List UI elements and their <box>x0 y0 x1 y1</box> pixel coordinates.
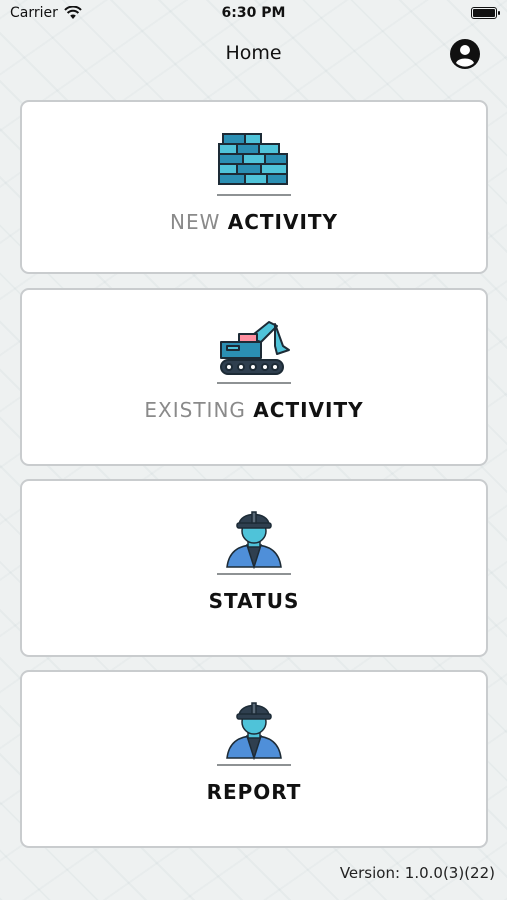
existing-activity-card[interactable]: EXISTING ACTIVITY <box>20 288 488 466</box>
existing-activity-label: EXISTING ACTIVITY <box>144 398 364 422</box>
new-activity-card[interactable]: NEW ACTIVITY <box>20 100 488 274</box>
status-time: 6:30 PM <box>221 5 286 21</box>
version-label: Version: 1.0.0(3)(22) <box>339 864 495 882</box>
worker-icon <box>217 700 291 760</box>
status-card[interactable]: STATUS <box>20 479 488 657</box>
brick-wall-icon <box>217 130 291 190</box>
battery-icon <box>471 7 500 19</box>
status-label: STATUS <box>208 589 300 613</box>
navigation-bar: Home <box>0 34 507 74</box>
report-card[interactable]: REPORT <box>20 670 488 848</box>
user-circle-icon <box>450 39 480 69</box>
excavator-icon <box>217 318 291 378</box>
profile-button[interactable] <box>449 38 481 70</box>
status-bar: Carrier 6:30 PM <box>0 0 507 28</box>
page-title: Home <box>225 42 282 64</box>
divider <box>217 382 291 384</box>
report-label: REPORT <box>206 780 302 804</box>
status-right <box>471 7 500 19</box>
worker-icon <box>217 509 291 569</box>
divider <box>217 194 291 196</box>
divider <box>217 573 291 575</box>
new-activity-label: NEW ACTIVITY <box>169 210 339 234</box>
divider <box>217 764 291 766</box>
